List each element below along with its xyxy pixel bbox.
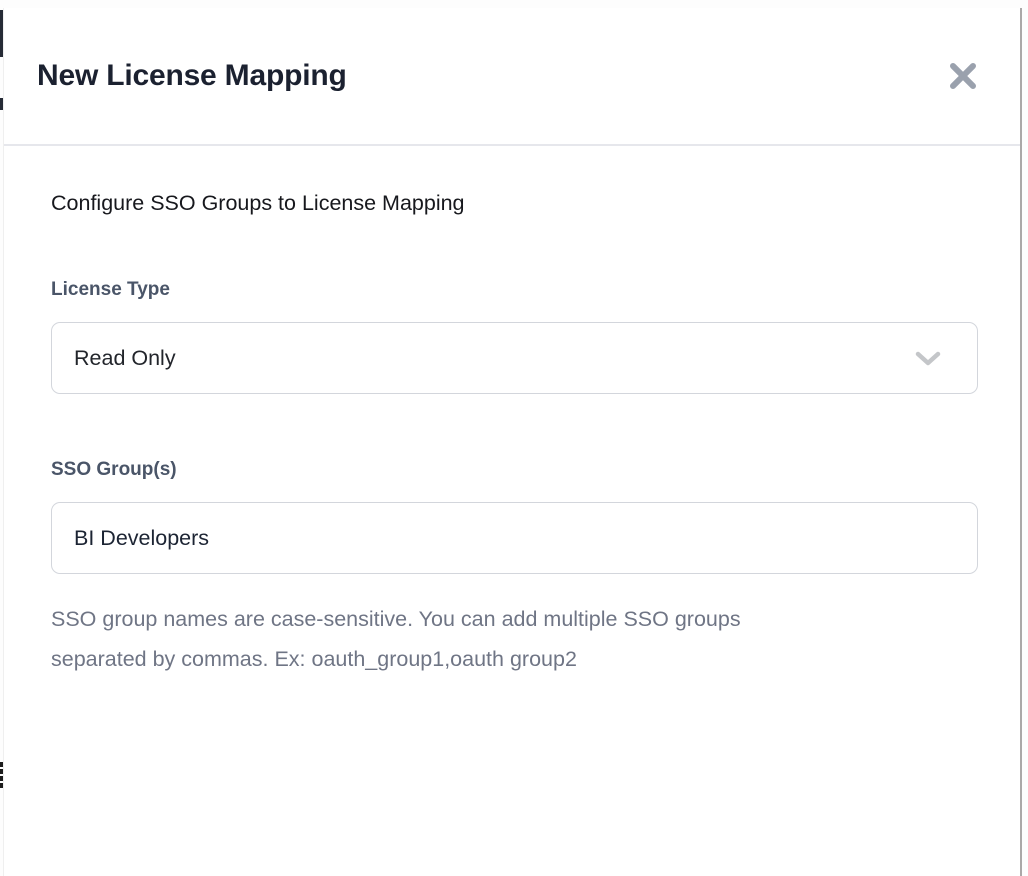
intro-text: Configure SSO Groups to License Mapping: [51, 188, 976, 218]
sso-groups-input[interactable]: [51, 502, 978, 574]
new-license-mapping-modal: New License Mapping Configure SSO Groups…: [3, 8, 1022, 876]
helper-line-2: separated by commas. Ex: oauth_group1,oa…: [51, 639, 976, 679]
modal-header: New License Mapping: [4, 8, 1020, 146]
chevron-down-icon: [915, 351, 941, 366]
modal-title: New License Mapping: [37, 59, 347, 93]
sso-groups-helper-text: SSO group names are case-sensitive. You …: [51, 599, 976, 679]
close-icon: [947, 60, 979, 92]
license-type-label: License Type: [51, 278, 976, 302]
modal-body: Configure SSO Groups to License Mapping …: [4, 146, 1020, 679]
license-type-select[interactable]: Read Only: [51, 322, 978, 394]
sso-groups-field: SSO Group(s) SSO group names are case-se…: [51, 458, 976, 679]
license-type-selected-value: Read Only: [74, 346, 176, 371]
sso-groups-label: SSO Group(s): [51, 458, 976, 482]
license-type-field: License Type Read Only: [51, 278, 976, 394]
close-button[interactable]: [946, 59, 980, 93]
helper-line-1: SSO group names are case-sensitive. You …: [51, 599, 976, 639]
